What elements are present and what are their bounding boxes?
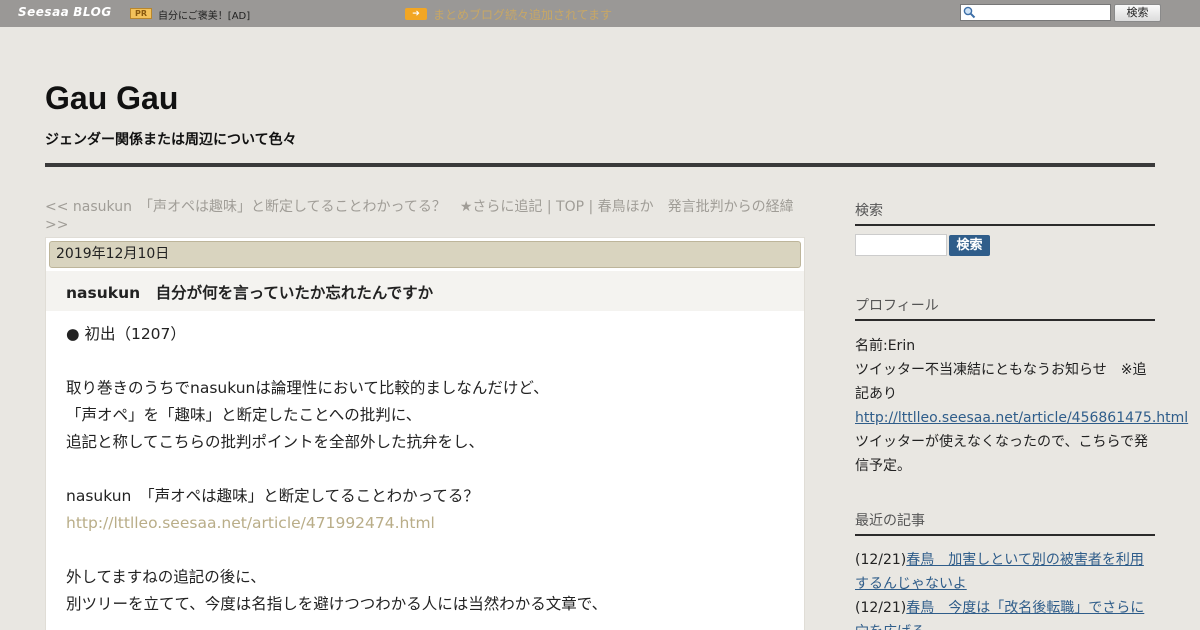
- body-line: 別ツリーを立てて、今度は名指しを避けつつわかる人には当然わかる文章で、: [66, 595, 608, 613]
- sidebar-search: 検索 検索: [855, 200, 1155, 256]
- body-line: [66, 537, 786, 564]
- profile-after: ツイッターが使えなくなったので、こちらで発信予定。: [855, 434, 1149, 474]
- pr-ad-link[interactable]: 自分にご褒美！[AD]: [158, 7, 250, 22]
- article-title[interactable]: nasukun 自分が何を言っていたか忘れたんですか: [66, 281, 433, 303]
- article-card: 2019年12月10日 nasukun 自分が何を言っていたか忘れたんですか ●…: [45, 237, 805, 630]
- magnifier-icon: [963, 6, 976, 19]
- profile-name: 名前:Erin: [855, 338, 916, 354]
- header-divider: [45, 163, 1155, 167]
- recent-date: (12/21): [855, 600, 907, 616]
- article-date: 2019年12月10日: [49, 241, 801, 268]
- sidebar-profile: プロフィール 名前:Erin ツイッター不当凍結にともなうお知らせ ※追記あり …: [855, 295, 1188, 478]
- body-line: 追記と称してこちらの批判ポイントを全部外した抗弁をし、: [66, 433, 485, 451]
- arrow-right-icon: ➔: [405, 8, 427, 20]
- sidebar-search-button[interactable]: 検索: [949, 235, 990, 256]
- sidebar-search-heading: 検索: [855, 200, 1155, 226]
- list-item: (12/21)春鳥 加害しといて別の被害者を利用するんじゃないよ: [855, 548, 1155, 596]
- body-line: [66, 456, 786, 483]
- profile-heading: プロフィール: [855, 295, 1155, 321]
- list-item: (12/21)春鳥 今度は「改名後転職」でさらに穴を広げる: [855, 596, 1155, 630]
- top-search-input[interactable]: [960, 4, 1111, 21]
- profile-link[interactable]: http://lttlleo.seesaa.net/article/456861…: [855, 410, 1188, 426]
- body-line: 「声オペ」を「趣味」と断定したことへの批判に、: [66, 406, 422, 424]
- article-body: ● 初出（1207） 取り巻きのうちでnasukunは論理性において比較的ましな…: [66, 321, 786, 618]
- recent-date: (12/21): [855, 552, 907, 568]
- site-title[interactable]: Gau Gau: [45, 80, 178, 117]
- top-link[interactable]: TOP: [556, 199, 584, 215]
- seesaa-blog-logo[interactable]: Seesaa BLOG: [18, 5, 112, 19]
- pr-badge: PR: [130, 8, 152, 19]
- logo-brand: Seesaa: [18, 5, 70, 19]
- nav-separator: |: [584, 199, 598, 215]
- article-link[interactable]: http://lttlleo.seesaa.net/article/471992…: [66, 514, 435, 532]
- recent-heading: 最近の記事: [855, 510, 1155, 536]
- sidebar-search-input[interactable]: [855, 234, 947, 256]
- profile-note: ツイッター不当凍結にともなうお知らせ ※追記あり: [855, 362, 1147, 402]
- body-line: 外してますねの追記の後に、: [66, 568, 266, 586]
- top-search-button[interactable]: 検索: [1114, 4, 1161, 22]
- sidebar-recent-articles: 最近の記事 (12/21)春鳥 加害しといて別の被害者を利用するんじゃないよ (…: [855, 510, 1155, 630]
- logo-blog: BLOG: [73, 5, 112, 19]
- nav-separator: |: [542, 199, 557, 215]
- prev-article-link[interactable]: << nasukun 「声オペは趣味」と断定してることわかってる？ ★さらに追記: [45, 199, 542, 215]
- site-description: ジェンダー関係または周辺について色々: [45, 132, 297, 148]
- top-bar: Seesaa BLOG PR 自分にご褒美！[AD] ➔ まとめブログ続々追加され…: [0, 0, 1200, 27]
- body-line: ● 初出（1207）: [66, 325, 186, 343]
- promo-link[interactable]: まとめブログ続々追加されてます: [433, 6, 612, 23]
- body-line: [66, 348, 786, 375]
- body-line: 取り巻きのうちでnasukunは論理性において比較的ましなんだけど、: [66, 379, 549, 397]
- article-title-bar: nasukun 自分が何を言っていたか忘れたんですか: [46, 271, 804, 311]
- article-navigation: << nasukun 「声オペは趣味」と断定してることわかってる？ ★さらに追記…: [45, 198, 805, 234]
- body-line: nasukun 「声オペは趣味」と断定してることわかってる？: [66, 487, 479, 505]
